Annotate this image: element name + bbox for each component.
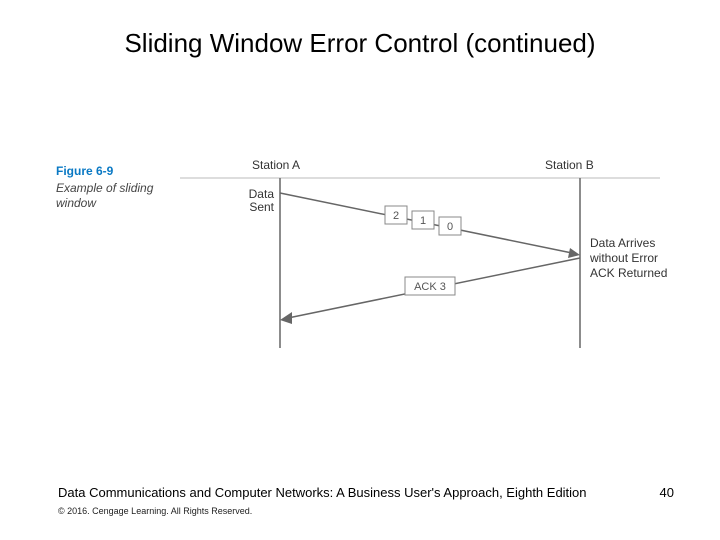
data-arrives-label: Data Arrives without Error ACK Returned [590,236,670,281]
slide: Sliding Window Error Control (continued)… [0,0,720,540]
figure-caption: Example of sliding window [56,181,166,211]
sliding-window-diagram: Station A Station B Data Sent Data Arriv… [180,158,660,358]
footer-copyright: © 2016. Cengage Learning. All Rights Res… [58,506,252,516]
footer-book-title: Data Communications and Computer Network… [58,485,587,500]
svg-text:2: 2 [393,210,399,222]
svg-text:0: 0 [447,221,453,233]
ack-box: ACK 3 [405,277,455,295]
packet-1: 1 [412,211,434,229]
svg-text:1: 1 [420,215,426,227]
page-number: 40 [660,485,674,500]
data-sent-label: Data Sent [240,188,274,214]
packet-2: 2 [385,206,407,224]
station-a-label: Station A [252,158,300,172]
station-b-label: Station B [545,158,594,172]
packet-0: 0 [439,217,461,235]
svg-text:ACK 3: ACK 3 [414,281,446,293]
figure-label: Figure 6-9 [56,164,113,178]
slide-title: Sliding Window Error Control (continued) [0,28,720,59]
